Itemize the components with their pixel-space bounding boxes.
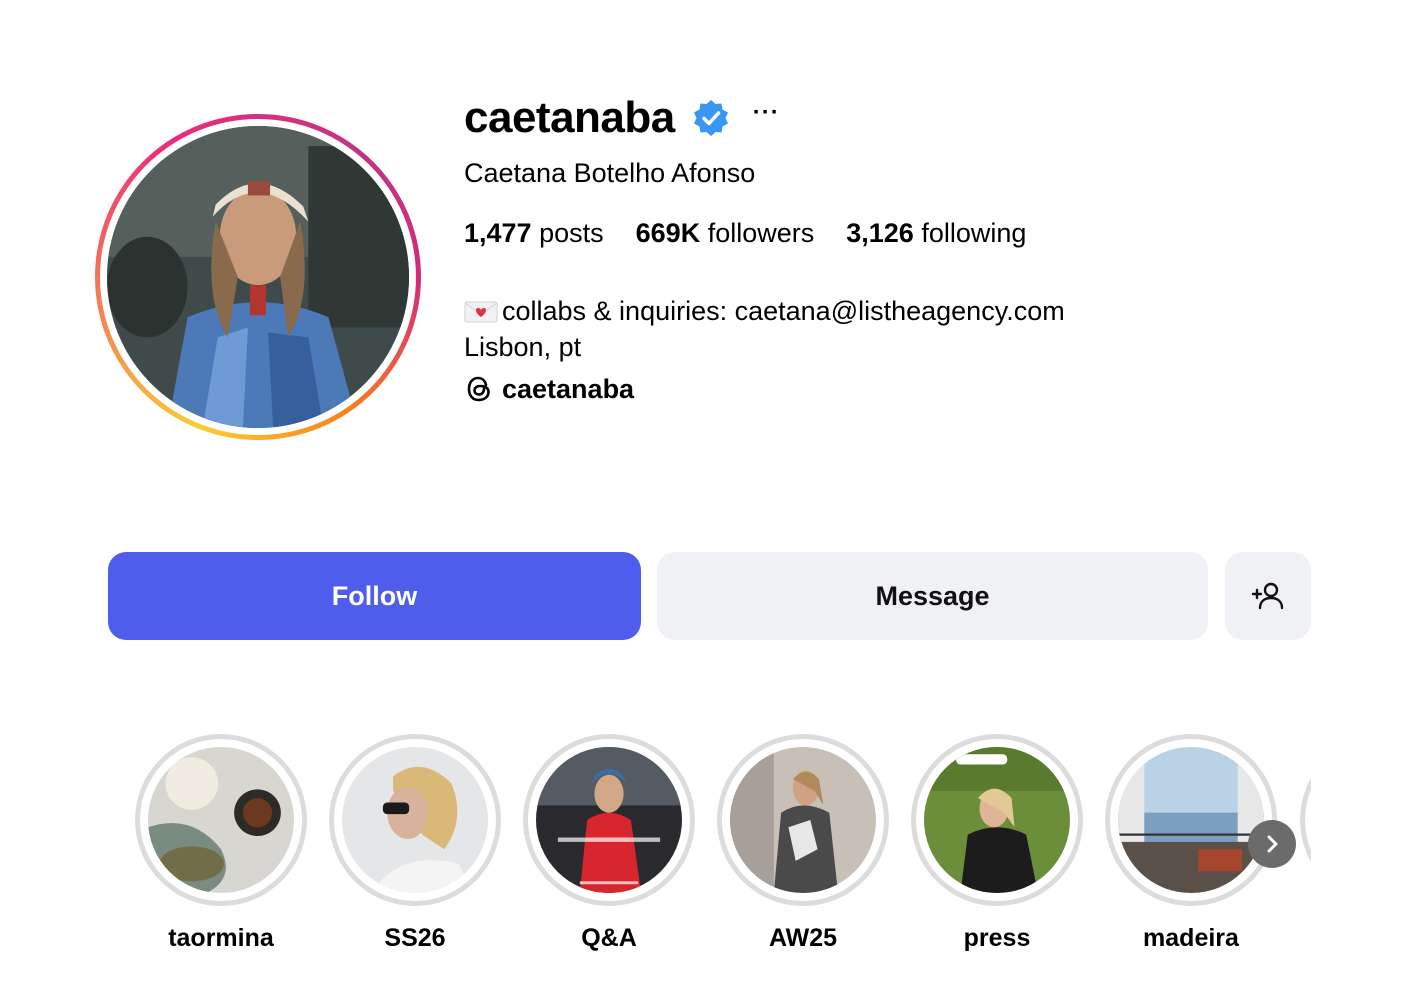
love-letter-icon <box>464 296 498 323</box>
highlight-label: madeira <box>1143 924 1239 952</box>
highlight-item[interactable]: AW25 <box>717 734 889 953</box>
bio-line-contact: collabs & inquiries: caetana@listheagenc… <box>464 293 1065 329</box>
highlight-cover <box>148 747 294 893</box>
posts-label: posts <box>539 218 604 248</box>
highlight-item[interactable]: press <box>911 734 1083 953</box>
highlight-label: Q&A <box>581 924 637 952</box>
posts-stat: 1,477 posts <box>464 218 604 249</box>
verified-badge-icon <box>691 98 731 138</box>
add-user-icon <box>1251 582 1284 610</box>
profile-avatar[interactable] <box>95 114 421 440</box>
following-count: 3,126 <box>846 218 914 248</box>
threads-handle: caetanaba <box>502 374 635 404</box>
highlight-label: SS26 <box>384 924 446 952</box>
message-button[interactable]: Message <box>657 552 1208 640</box>
highlight-label: AW25 <box>768 924 838 952</box>
threads-icon <box>467 376 490 402</box>
followers-stat[interactable]: 669K followers <box>636 218 815 249</box>
highlight-item-partial[interactable] <box>1300 734 1311 906</box>
avatar-photo <box>107 126 409 428</box>
highlight-cover <box>924 747 1070 893</box>
full-name: Caetana Botelho Afonso <box>464 158 756 188</box>
profile-stats: 1,477 posts 669K followers 3,126 followi… <box>464 218 1026 249</box>
highlight-cover <box>536 747 682 893</box>
highlight-item[interactable]: SS26 <box>329 734 501 953</box>
bio-location: Lisbon, pt <box>464 332 582 362</box>
story-highlights: taormina SS26 Q&A AW25 press madeira <box>135 734 1311 964</box>
highlight-label: press <box>963 924 1031 952</box>
following-label: following <box>921 218 1027 248</box>
highlight-item[interactable]: taormina <box>135 734 307 953</box>
more-options-button[interactable]: ··· <box>753 101 780 135</box>
following-stat[interactable]: 3,126 following <box>846 218 1026 249</box>
bio-contact-text: collabs & inquiries: caetana@listheagenc… <box>502 296 1065 326</box>
followers-count: 669K <box>635 218 701 248</box>
bio: collabs & inquiries: caetana@listheagenc… <box>464 293 1065 407</box>
highlight-cover <box>730 747 876 893</box>
highlight-cover <box>1118 747 1264 893</box>
suggested-users-button[interactable] <box>1225 552 1311 640</box>
follow-button[interactable]: Follow <box>108 552 641 640</box>
highlight-item[interactable]: Q&A <box>523 734 695 953</box>
threads-link[interactable]: caetanaba <box>464 371 1065 407</box>
chevron-right-icon <box>1267 835 1278 853</box>
highlight-cover <box>342 747 488 893</box>
posts-count: 1,477 <box>464 218 532 248</box>
highlight-label: taormina <box>168 924 274 952</box>
followers-label: followers <box>707 218 815 248</box>
username-row: caetanaba ··· <box>464 92 780 144</box>
username: caetanaba <box>464 93 675 142</box>
highlights-next-button[interactable] <box>1248 820 1296 868</box>
